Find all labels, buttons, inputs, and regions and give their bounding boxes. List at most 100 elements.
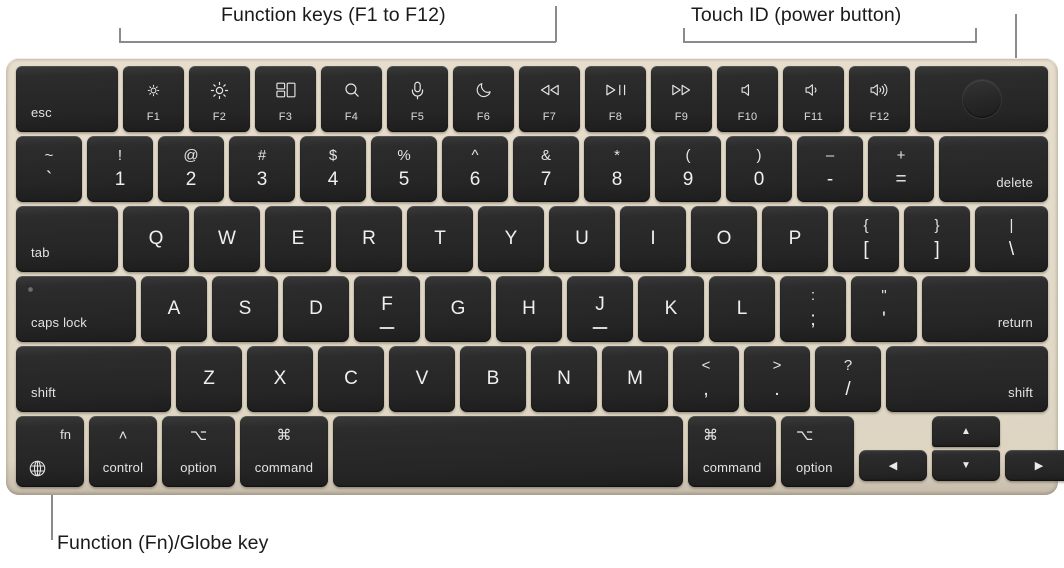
key-space[interactable] <box>333 416 683 487</box>
callout-bracket-tick-right <box>555 28 557 42</box>
key-g[interactable]: G <box>425 276 491 342</box>
key-legend-shift: ) <box>756 147 762 164</box>
key-backslash[interactable]: | \ <box>975 206 1048 272</box>
key-delete[interactable]: delete <box>939 136 1048 202</box>
key-semicolon[interactable]: : ; <box>780 276 846 342</box>
key-f10[interactable]: F10 <box>717 66 778 132</box>
key-7[interactable]: & 7 <box>513 136 579 202</box>
key-equal[interactable]: + = <box>868 136 934 202</box>
key-d[interactable]: D <box>283 276 349 342</box>
key-legend-base: , <box>703 379 709 400</box>
key-legend-r: R <box>362 228 376 249</box>
key-i[interactable]: I <box>620 206 686 272</box>
key-label-option-left: option <box>180 460 217 475</box>
key-s[interactable]: S <box>212 276 278 342</box>
key-legend-shift: * <box>614 147 620 164</box>
key-command-right[interactable]: ⌘ command <box>688 416 776 487</box>
key-u[interactable]: U <box>549 206 615 272</box>
key-comma[interactable]: < , <box>673 346 739 412</box>
key-arrow-down[interactable]: ▼ <box>932 450 1000 481</box>
key-m[interactable]: M <box>602 346 668 412</box>
key-n[interactable]: N <box>531 346 597 412</box>
key-period[interactable]: > . <box>744 346 810 412</box>
key-p[interactable]: P <box>762 206 828 272</box>
key-4[interactable]: $ 4 <box>300 136 366 202</box>
key-control[interactable]: ˄ control <box>89 416 157 487</box>
key-f[interactable]: F <box>354 276 420 342</box>
key-r[interactable]: R <box>336 206 402 272</box>
key-l[interactable]: L <box>709 276 775 342</box>
key-f1[interactable]: F1 <box>123 66 184 132</box>
key-tab[interactable]: tab <box>16 206 118 272</box>
key-return[interactable]: return <box>922 276 1048 342</box>
key-label-f5: F5 <box>410 111 425 123</box>
callout-bracket-touch-id <box>683 41 977 43</box>
key-x[interactable]: X <box>247 346 313 412</box>
key-b[interactable]: B <box>460 346 526 412</box>
key-v[interactable]: V <box>389 346 455 412</box>
key-shift-left[interactable]: shift <box>16 346 171 412</box>
key-arrow-right[interactable]: ▶ <box>1005 450 1064 481</box>
key-label-fn: fn <box>60 427 71 442</box>
callout-leader-function-keys <box>555 6 557 30</box>
key-caps-lock[interactable]: caps lock <box>16 276 136 342</box>
key-f4[interactable]: F4 <box>321 66 382 132</box>
key-arrow-up[interactable]: ▲ <box>932 416 1000 447</box>
key-8[interactable]: * 8 <box>584 136 650 202</box>
key-f8[interactable]: F8 <box>585 66 646 132</box>
key-e[interactable]: E <box>265 206 331 272</box>
key-f7[interactable]: F7 <box>519 66 580 132</box>
key-f3[interactable]: F3 <box>255 66 316 132</box>
key-slash[interactable]: ? / <box>815 346 881 412</box>
key-y[interactable]: Y <box>478 206 544 272</box>
key-option-right[interactable]: ⌥ option <box>781 416 854 487</box>
key-6[interactable]: ^ 6 <box>442 136 508 202</box>
key-touch-id-power-button[interactable] <box>915 66 1048 132</box>
key-j[interactable]: J <box>567 276 633 342</box>
key-esc[interactable]: esc <box>16 66 118 132</box>
key-f11[interactable]: F11 <box>783 66 844 132</box>
key-0[interactable]: ) 0 <box>726 136 792 202</box>
key-3[interactable]: # 3 <box>229 136 295 202</box>
key-command-left[interactable]: ⌘ command <box>240 416 328 487</box>
key-bracket-left[interactable]: { [ <box>833 206 899 272</box>
key-minus[interactable]: – - <box>797 136 863 202</box>
key-legend-o: O <box>716 228 732 249</box>
key-q[interactable]: Q <box>123 206 189 272</box>
key-2[interactable]: @ 2 <box>158 136 224 202</box>
key-arrow-left[interactable]: ◀ <box>859 450 927 481</box>
callout-bracket-touch-id-tick-right <box>975 28 977 42</box>
key-legend-base: ` <box>45 169 53 190</box>
key-legend-shift: " <box>881 287 887 304</box>
key-9[interactable]: ( 9 <box>655 136 721 202</box>
key-label-control: control <box>102 460 144 475</box>
key-option-left[interactable]: ⌥ option <box>162 416 235 487</box>
key-c[interactable]: C <box>318 346 384 412</box>
key-bracket-right[interactable]: } ] <box>904 206 970 272</box>
key-shift-right[interactable]: shift <box>886 346 1048 412</box>
key-legend-l: L <box>736 298 748 319</box>
key-f6[interactable]: F6 <box>453 66 514 132</box>
key-fn-globe[interactable]: fn <box>16 416 84 487</box>
key-f12[interactable]: F12 <box>849 66 910 132</box>
key-k[interactable]: K <box>638 276 704 342</box>
key-1[interactable]: ! 1 <box>87 136 153 202</box>
key-surface: esc F1 F2 F3 F4 F5 F6 F7 F8 F9 F10 F11 F… <box>16 66 1064 487</box>
key-label-f12: F12 <box>869 111 890 123</box>
key-5[interactable]: % 5 <box>371 136 437 202</box>
key-t[interactable]: T <box>407 206 473 272</box>
key-f9[interactable]: F9 <box>651 66 712 132</box>
key-grave[interactable]: ~ ` <box>16 136 82 202</box>
key-w[interactable]: W <box>194 206 260 272</box>
globe-icon <box>28 459 47 478</box>
key-a[interactable]: A <box>141 276 207 342</box>
key-h[interactable]: H <box>496 276 562 342</box>
rewind-icon <box>519 80 580 100</box>
key-z[interactable]: Z <box>176 346 242 412</box>
key-f2[interactable]: F2 <box>189 66 250 132</box>
key-f5[interactable]: F5 <box>387 66 448 132</box>
key-legend-base: = <box>895 169 907 190</box>
key-o[interactable]: O <box>691 206 757 272</box>
key-quote[interactable]: " ' <box>851 276 917 342</box>
key-legend-shift: ( <box>685 147 691 164</box>
